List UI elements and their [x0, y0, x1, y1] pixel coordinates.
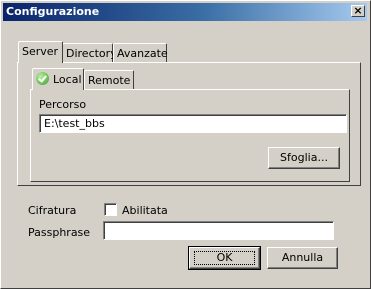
- encryption-label: Cifratura: [28, 204, 77, 217]
- path-input[interactable]: E:\test_bbs: [39, 114, 347, 133]
- local-panel: Percorso E:\test_bbs Sfoglia...: [30, 89, 350, 182]
- ok-button[interactable]: OK: [188, 246, 261, 270]
- tab-local-label: Local: [53, 73, 82, 86]
- config-dialog: Configurazione × Server Directory Avanza…: [0, 0, 371, 289]
- tab-remote[interactable]: Remote: [84, 70, 134, 90]
- green-check-icon: [36, 72, 49, 85]
- cancel-button-label: Annulla: [281, 251, 324, 264]
- server-panel: Local Remote Percorso E:\test_bbs Sfogli…: [17, 62, 361, 186]
- path-label: Percorso: [39, 98, 87, 111]
- passphrase-label: Passphrase: [28, 226, 91, 239]
- tab-avanzate-label: Avanzate: [117, 47, 168, 60]
- tab-directory-label: Directory: [66, 47, 117, 60]
- window-title: Configurazione: [6, 5, 100, 18]
- tab-server-label: Server: [22, 45, 59, 58]
- close-icon: ×: [353, 4, 363, 17]
- tab-local[interactable]: Local: [32, 68, 84, 90]
- ok-button-label: OK: [216, 251, 233, 264]
- title-bar[interactable]: Configurazione ×: [3, 3, 367, 21]
- encryption-checkbox-label: Abilitata: [122, 204, 168, 217]
- encryption-checkbox[interactable]: [104, 203, 117, 216]
- cancel-button[interactable]: Annulla: [267, 247, 338, 269]
- tab-server[interactable]: Server: [18, 41, 63, 63]
- close-button[interactable]: ×: [351, 5, 365, 17]
- browse-button[interactable]: Sfoglia...: [268, 147, 340, 169]
- browse-button-label: Sfoglia...: [280, 151, 328, 164]
- passphrase-input[interactable]: [103, 221, 334, 240]
- tab-remote-label: Remote: [88, 74, 131, 87]
- tab-avanzate[interactable]: Avanzate: [113, 43, 168, 63]
- tab-directory[interactable]: Directory: [62, 43, 117, 63]
